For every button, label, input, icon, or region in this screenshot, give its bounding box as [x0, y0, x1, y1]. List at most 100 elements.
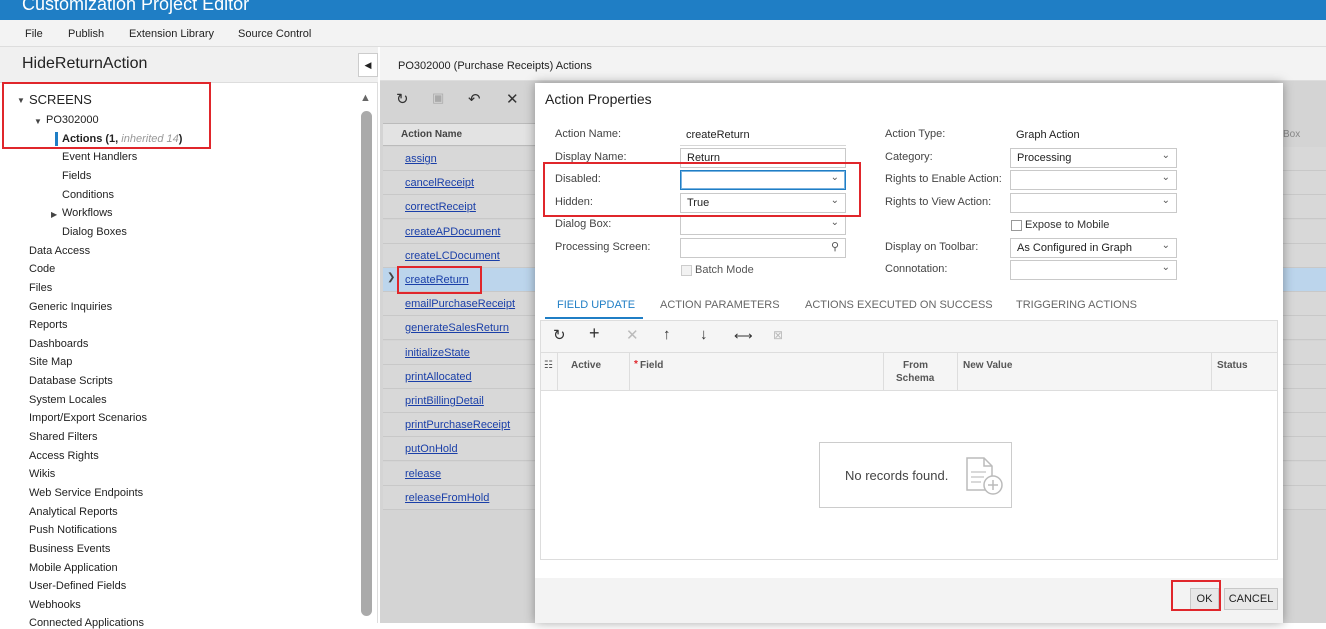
action-link[interactable]: printAllocated	[405, 371, 472, 383]
batch-mode-checkbox[interactable]	[681, 265, 692, 276]
menu-bar: File Publish Extension Library Source Co…	[0, 20, 1326, 47]
tree-node-root[interactable]: Push Notifications	[29, 524, 117, 536]
action-row[interactable]: assign	[383, 147, 535, 171]
column-new-value[interactable]: New Value	[963, 360, 1012, 371]
menu-extension-library[interactable]: Extension Library	[129, 28, 214, 40]
tab-actions-executed-on-success[interactable]: ACTIONS EXECUTED ON SUCCESS	[805, 299, 993, 311]
tree-node-root[interactable]: Database Scripts	[29, 375, 113, 387]
collapse-pane-button[interactable]: ◀	[358, 53, 378, 77]
arrow-down-icon[interactable]: ↓	[700, 326, 708, 343]
action-row[interactable]: createLCDocument	[383, 244, 535, 268]
tree-node-root[interactable]: User-Defined Fields	[29, 580, 126, 592]
chevron-down-icon: ⌄	[1161, 150, 1170, 161]
tree-node-root[interactable]: Shared Filters	[29, 431, 97, 443]
action-row-right-cell	[1283, 389, 1326, 413]
tree-node-root[interactable]: Wikis	[29, 468, 55, 480]
column-active[interactable]: Active	[571, 360, 601, 371]
tree-node-root[interactable]: Connected Applications	[29, 617, 144, 629]
action-row[interactable]: release	[383, 462, 535, 486]
dialog-box-dropdown[interactable]: ⌄	[680, 215, 846, 235]
tree-node-root[interactable]: Dashboards	[29, 338, 88, 350]
tree-node-root[interactable]: Site Map	[29, 356, 72, 368]
display-toolbar-dropdown[interactable]: As Configured in Graph ⌄	[1010, 238, 1177, 258]
action-link[interactable]: printBillingDetail	[405, 395, 484, 407]
column-from[interactable]: From	[903, 360, 928, 371]
fit-width-icon[interactable]: ⟷	[734, 328, 753, 344]
action-link[interactable]: emailPurchaseReceipt	[405, 298, 515, 310]
arrow-up-icon[interactable]: ↑	[663, 326, 671, 343]
expose-mobile-checkbox[interactable]	[1011, 220, 1022, 231]
connotation-dropdown[interactable]: ⌄	[1010, 260, 1177, 280]
tree-node-root[interactable]: Webhooks	[29, 599, 81, 611]
export-excel-icon[interactable]: ⊠	[773, 328, 783, 342]
tab-field-update[interactable]: FIELD UPDATE	[557, 299, 635, 311]
tree-node-event-handlers[interactable]: Event Handlers	[62, 151, 137, 163]
caret-right-icon[interactable]: ▶	[51, 210, 57, 219]
tree-node-root[interactable]: Web Service Endpoints	[29, 487, 143, 499]
tree-node-root[interactable]: Files	[29, 282, 52, 294]
empty-state: No records found.	[819, 442, 1012, 508]
undo-icon[interactable]: ↶	[468, 90, 481, 108]
column-action-name[interactable]: Action Name	[401, 129, 462, 140]
category-dropdown[interactable]: Processing ⌄	[1010, 148, 1177, 168]
action-row[interactable]: cancelReceipt	[383, 171, 535, 195]
action-row[interactable]: printBillingDetail	[383, 389, 535, 413]
action-link[interactable]: createAPDocument	[405, 226, 500, 238]
tree-node-conditions[interactable]: Conditions	[62, 189, 114, 201]
tree-node-root[interactable]: Reports	[29, 319, 68, 331]
menu-publish[interactable]: Publish	[68, 28, 104, 40]
action-row[interactable]: correctReceipt	[383, 195, 535, 219]
delete-icon[interactable]: ✕	[626, 326, 639, 344]
column-field[interactable]: Field	[640, 360, 663, 371]
tree-node-fields[interactable]: Fields	[62, 170, 91, 182]
refresh-icon[interactable]: ↻	[396, 90, 409, 108]
tree-node-root[interactable]: System Locales	[29, 394, 107, 406]
action-row[interactable]: createAPDocument	[383, 220, 535, 244]
column-status[interactable]: Status	[1217, 360, 1248, 371]
tree-node-workflows[interactable]: Workflows	[62, 207, 113, 219]
tab-triggering-actions[interactable]: TRIGGERING ACTIONS	[1016, 299, 1137, 311]
add-icon[interactable]: +	[589, 323, 600, 344]
tab-action-parameters[interactable]: ACTION PARAMETERS	[660, 299, 780, 311]
action-link[interactable]: putOnHold	[405, 443, 458, 455]
action-link[interactable]: cancelReceipt	[405, 177, 474, 189]
tree-node-root[interactable]: Data Access	[29, 245, 90, 257]
action-link[interactable]: initializeState	[405, 347, 470, 359]
action-row[interactable]: initializeState	[383, 341, 535, 365]
action-link[interactable]: releaseFromHold	[405, 492, 489, 504]
rights-enable-dropdown[interactable]: ⌄	[1010, 170, 1177, 190]
rights-view-dropdown[interactable]: ⌄	[1010, 193, 1177, 213]
tree-node-root[interactable]: Generic Inquiries	[29, 301, 112, 313]
chevron-down-icon: ⌄	[1161, 240, 1170, 251]
search-icon[interactable]: ⚲	[831, 240, 839, 253]
action-row[interactable]: releaseFromHold	[383, 486, 535, 510]
processing-screen-field[interactable]: ⚲	[680, 238, 846, 258]
action-link[interactable]: generateSalesReturn	[405, 322, 509, 334]
menu-source-control[interactable]: Source Control	[238, 28, 311, 40]
action-row[interactable]: printAllocated	[383, 365, 535, 389]
save-icon[interactable]: ▣	[432, 90, 444, 106]
tree-node-dialog-boxes[interactable]: Dialog Boxes	[62, 226, 127, 238]
tree-node-root[interactable]: Import/Export Scenarios	[29, 412, 147, 424]
tree-node-root[interactable]: Business Events	[29, 543, 110, 555]
tree-scrollbar[interactable]	[361, 111, 372, 616]
action-link[interactable]: printPurchaseReceipt	[405, 419, 510, 431]
action-row[interactable]: printPurchaseReceipt	[383, 413, 535, 437]
action-row[interactable]: emailPurchaseReceipt	[383, 292, 535, 316]
columns-config-icon[interactable]: ☷	[544, 360, 553, 371]
menu-file[interactable]: File	[25, 28, 43, 40]
refresh-icon[interactable]: ↻	[553, 326, 566, 344]
action-link[interactable]: assign	[405, 153, 437, 165]
action-row[interactable]: generateSalesReturn	[383, 316, 535, 340]
tree-node-root[interactable]: Analytical Reports	[29, 506, 118, 518]
action-link[interactable]: release	[405, 468, 441, 480]
cancel-button[interactable]: CANCEL	[1224, 588, 1278, 610]
tree-node-root[interactable]: Code	[29, 263, 55, 275]
action-link[interactable]: createLCDocument	[405, 250, 500, 262]
action-row[interactable]: putOnHold	[383, 437, 535, 461]
tree-node-root[interactable]: Mobile Application	[29, 562, 118, 574]
tree-node-root[interactable]: Access Rights	[29, 450, 99, 462]
delete-icon[interactable]: ✕	[506, 90, 519, 108]
scroll-up-icon[interactable]: ▲	[360, 92, 371, 104]
action-link[interactable]: correctReceipt	[405, 201, 476, 213]
